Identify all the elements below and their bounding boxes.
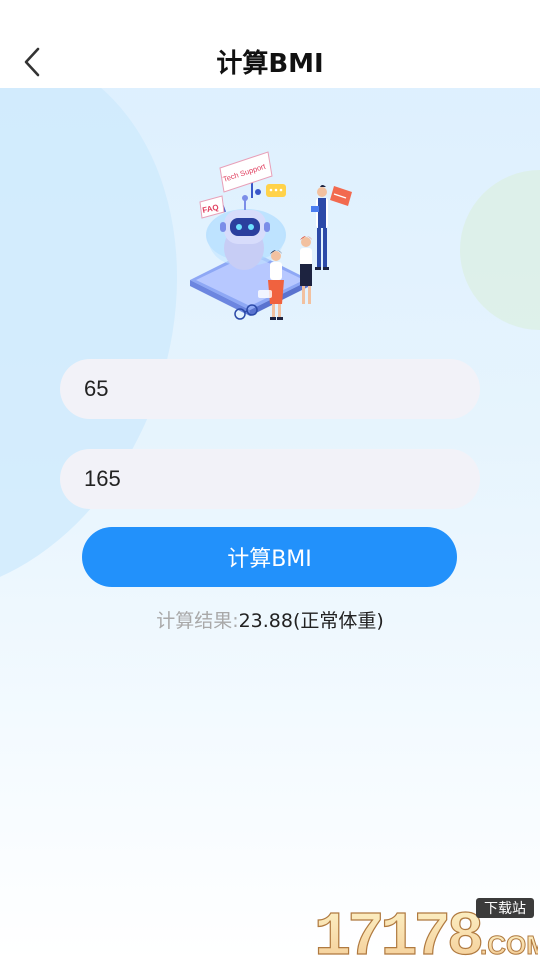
result-label: 计算结果: (156, 610, 239, 632)
header-bar: 计算BMI (0, 0, 540, 88)
weight-input[interactable] (60, 359, 480, 419)
result-value: 23.88(正常体重) (238, 610, 384, 632)
watermark-suffix: .COM (480, 930, 538, 958)
tech-support-illustration: FAQ Tech Support (190, 151, 352, 320)
calculate-bmi-button[interactable]: 计算BMI (82, 527, 457, 587)
page-title: 计算BMI (216, 49, 324, 79)
height-input[interactable] (60, 449, 480, 509)
watermark-number: 17178 (314, 902, 481, 958)
bmi-screen: 计算BMI FAQ Tech Support 65 165 计算BMI 计算结果… (0, 0, 540, 960)
site-watermark: 17178 下载站 .COM (313, 898, 538, 958)
watermark-tag: 下载站 (484, 901, 526, 917)
background-blob (460, 170, 540, 330)
result-line: 计算结果:23.88(正常体重) (0, 606, 540, 636)
calculate-bmi-label: 计算BMI (227, 547, 312, 572)
